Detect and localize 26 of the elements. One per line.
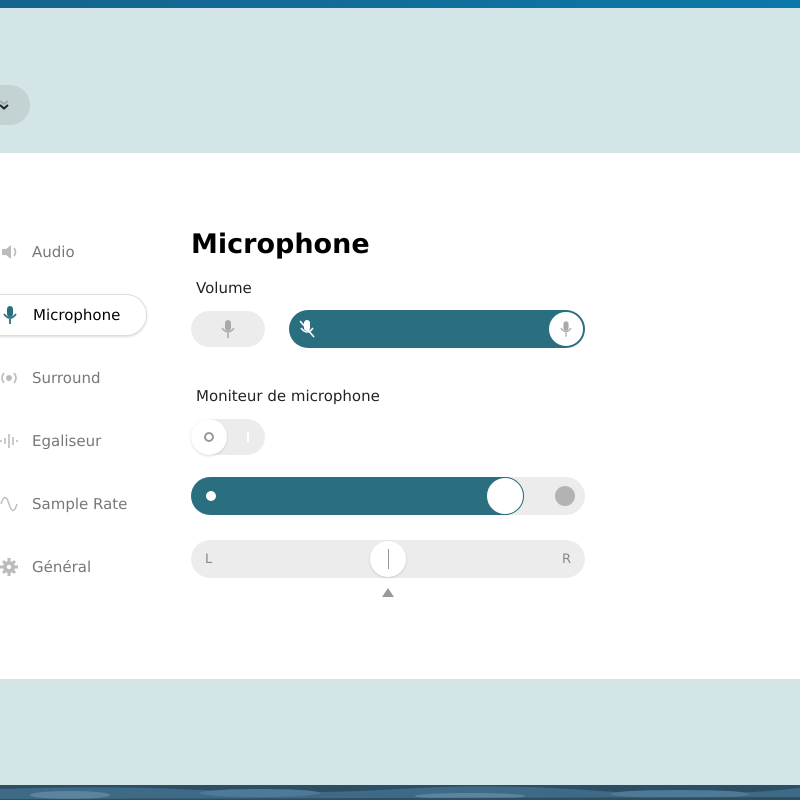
volume-slider[interactable] — [289, 310, 585, 348]
muted-microphone-icon — [299, 320, 315, 338]
sidebar-item[interactable]: Egaliseur — [0, 420, 147, 462]
wave-icon — [0, 495, 18, 513]
monitor-label: Moniteur de microphone — [196, 386, 380, 406]
equalizer-icon — [0, 432, 18, 450]
sidebar-item[interactable]: Général — [0, 546, 147, 588]
left-label: L — [205, 551, 212, 569]
speaker-icon — [0, 243, 18, 261]
microphone-icon — [560, 320, 572, 336]
right-label: R — [562, 551, 571, 569]
monitor-slider[interactable] — [191, 477, 585, 515]
microphone-icon — [1, 306, 19, 324]
page-title: Microphone — [191, 228, 370, 262]
microphone-icon — [221, 320, 235, 338]
monitor-toggle[interactable] — [191, 419, 265, 455]
slider-thumb[interactable] — [370, 541, 406, 577]
sidebar-item[interactable]: Surround — [0, 357, 147, 399]
volume-label: Volume — [196, 278, 252, 299]
slider-thumb[interactable] — [486, 477, 524, 515]
sidebar-item[interactable]: Microphone — [0, 294, 147, 336]
center-marker-icon — [382, 588, 394, 597]
sidebar-item[interactable]: Sample Rate — [0, 483, 147, 525]
sidebar-item[interactable]: Audio — [0, 231, 147, 273]
balance-slider[interactable]: L R — [191, 540, 585, 578]
chevron-icon — [0, 99, 10, 111]
